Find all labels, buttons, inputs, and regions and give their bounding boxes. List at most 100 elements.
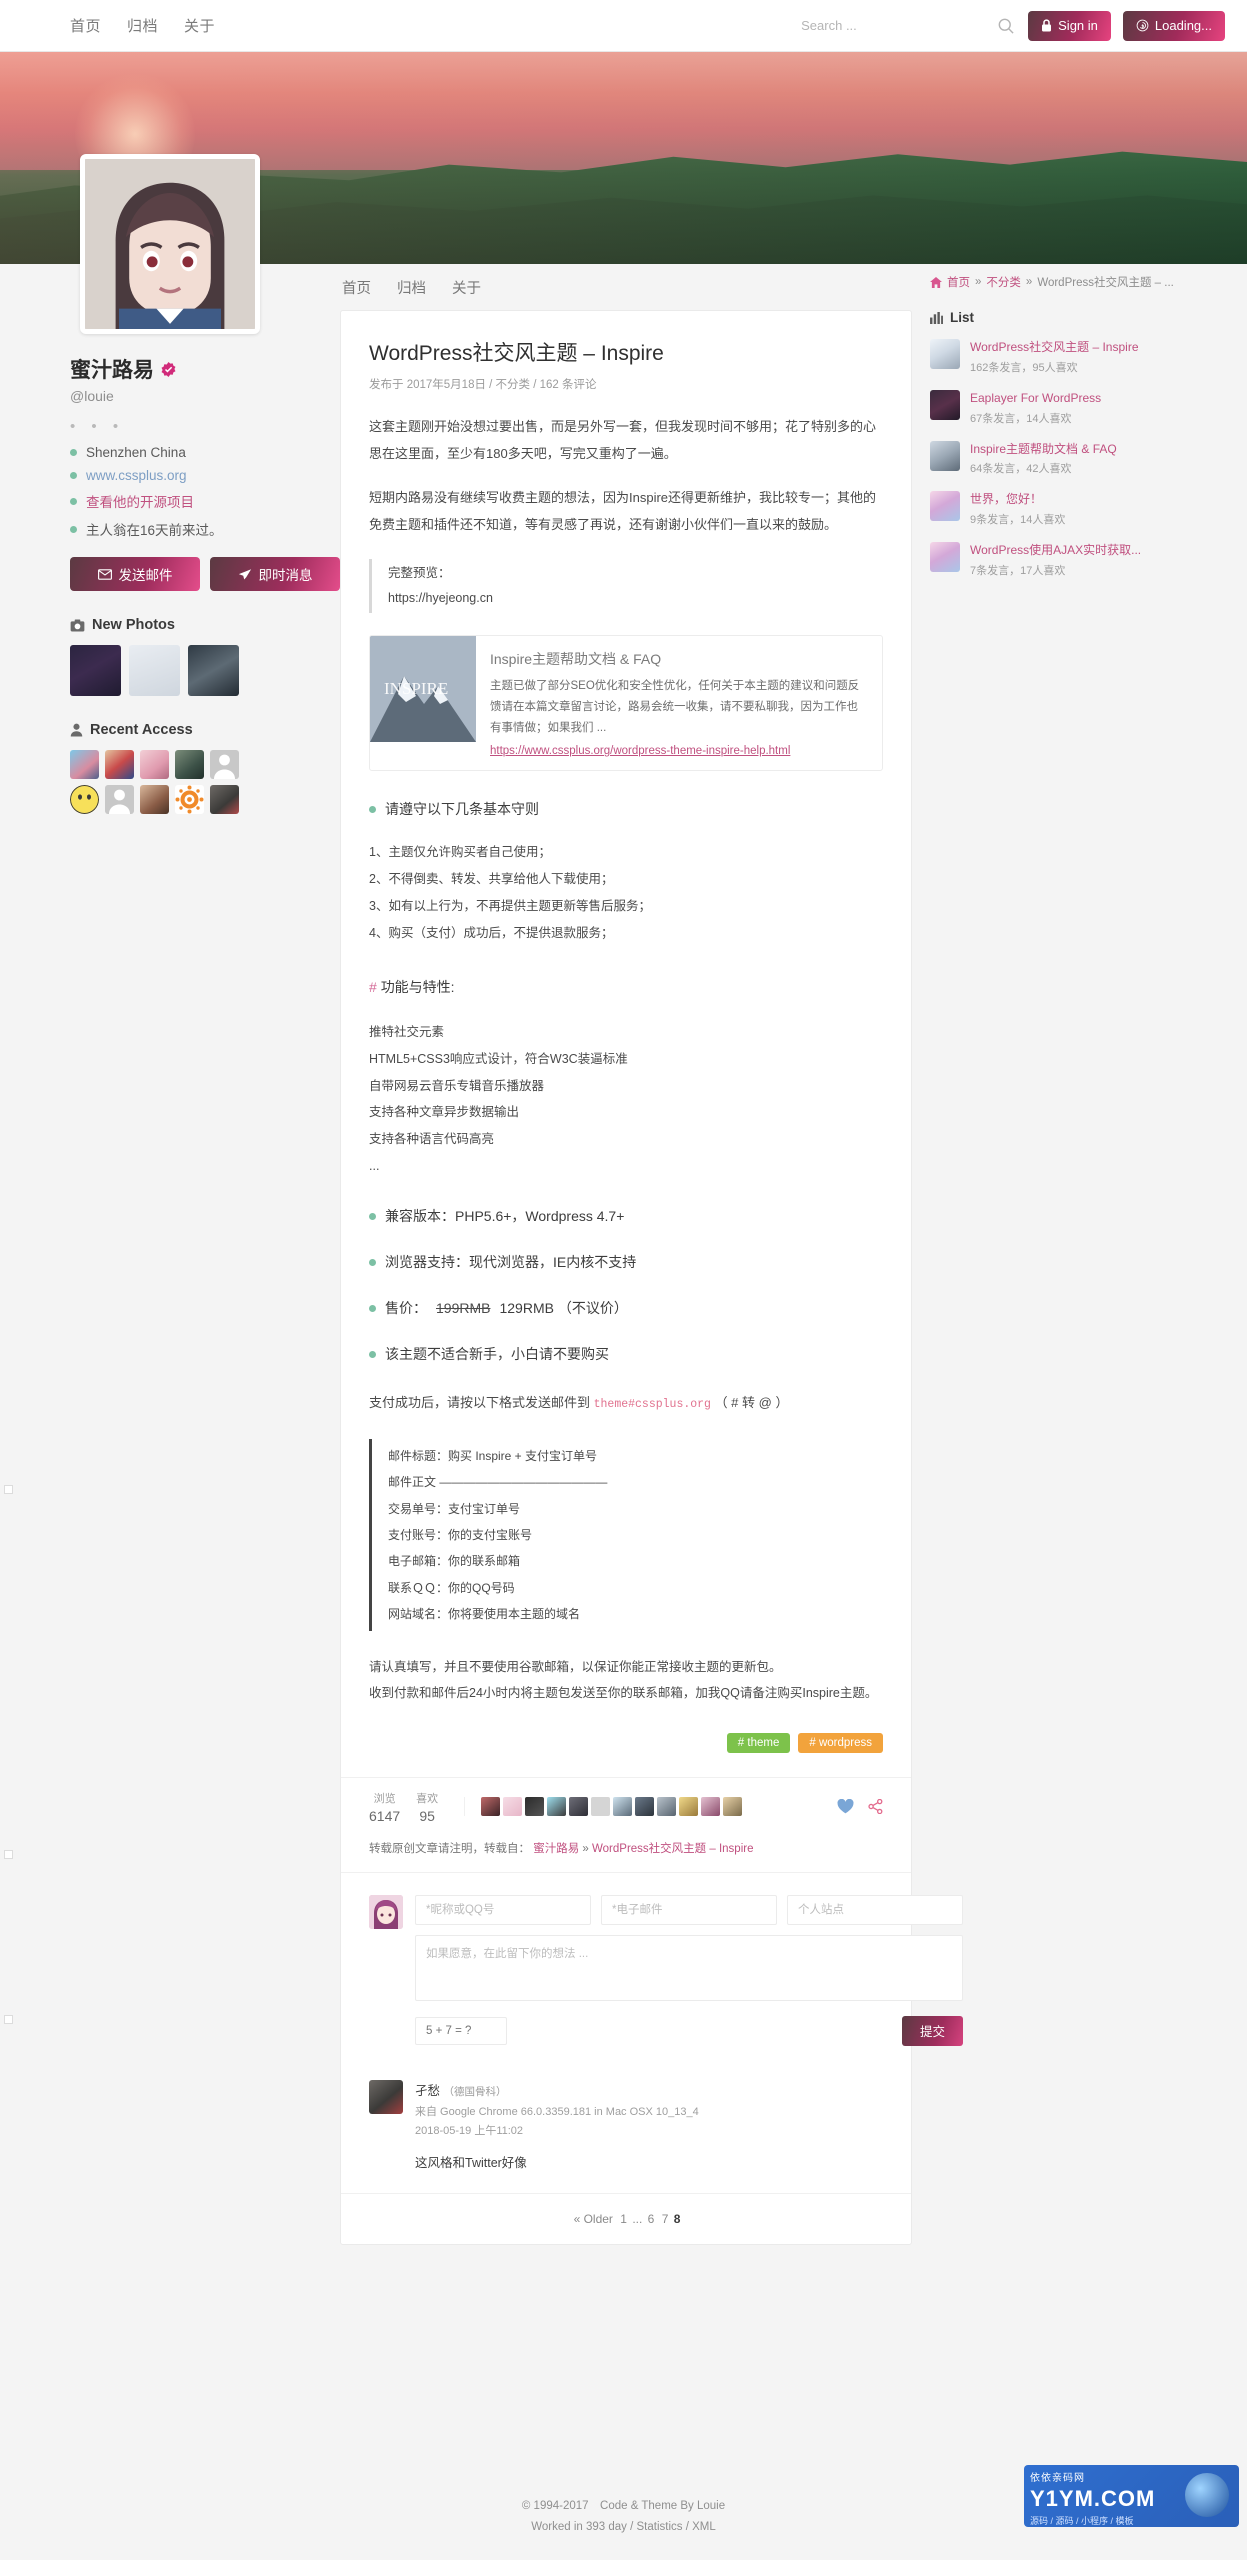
camera-icon xyxy=(70,619,85,631)
nav-archive[interactable]: 归档 xyxy=(127,15,158,36)
breadcrumb-sep-1: » xyxy=(975,276,982,288)
liker-avatar[interactable] xyxy=(503,1797,523,1817)
repost-author-link[interactable]: 蜜汁路易 xyxy=(533,1843,579,1855)
visitor-avatar-placeholder[interactable] xyxy=(210,750,239,779)
embed-url-link[interactable]: https://www.cssplus.org/wordpress-theme-… xyxy=(490,745,868,757)
tag-theme[interactable]: # theme xyxy=(726,1732,791,1753)
liker-avatar[interactable] xyxy=(569,1797,589,1817)
photo-thumbnail[interactable] xyxy=(70,645,121,696)
spec-price-row: 售价： 199RMB 129RMB （不议价） xyxy=(369,1298,883,1318)
top-navigation-bar: 首页 归档 关于 Sign in xyxy=(0,0,1247,52)
liker-avatar[interactable] xyxy=(701,1797,721,1817)
search-icon[interactable] xyxy=(996,16,1016,36)
comment-email-input[interactable] xyxy=(601,1894,777,1925)
list-widget-title: List xyxy=(950,310,975,325)
visitor-avatar-placeholder[interactable] xyxy=(105,785,134,814)
comment-captcha-input[interactable] xyxy=(415,2016,507,2045)
subnav-about[interactable]: 关于 xyxy=(452,277,481,298)
pager-page-1[interactable]: 1 xyxy=(620,2212,627,2226)
bullet-dot-icon xyxy=(70,449,77,456)
bullet-dot-icon xyxy=(369,1304,376,1312)
breadcrumb: 首页 » 不分类 » WordPress社交风主题 – ... xyxy=(930,274,1174,290)
sidebar-item-link[interactable]: 世界，您好！ xyxy=(970,491,1065,508)
nav-about[interactable]: 关于 xyxy=(184,15,215,36)
visitor-avatar[interactable] xyxy=(175,750,204,779)
embedded-link-card[interactable]: INSPIRE Inspire主题帮助文档 & FAQ 主题已做了部分SEO优化… xyxy=(369,634,883,772)
sidebar-item-body: Eaplayer For WordPress 67条发言，14人喜欢 xyxy=(970,390,1101,426)
comment-site-input[interactable] xyxy=(787,1894,963,1925)
likes-stat: 喜欢 95 xyxy=(416,1790,438,1824)
comment-form: 提交 xyxy=(341,1873,963,2066)
comment-date: 2018-05-19 上午11:02 xyxy=(415,2124,524,2137)
pager-page-7[interactable]: 7 xyxy=(662,2212,669,2226)
liker-avatar[interactable] xyxy=(657,1797,677,1817)
profile-avatar[interactable] xyxy=(80,154,260,334)
visitor-avatar[interactable] xyxy=(140,750,169,779)
instant-message-button[interactable]: 即时消息 xyxy=(210,557,340,591)
tag-wordpress[interactable]: # wordpress xyxy=(798,1732,883,1753)
liker-avatar[interactable] xyxy=(635,1797,655,1817)
profile-projects-link[interactable]: 查看他的开源项目 xyxy=(86,491,194,511)
comment-avatar xyxy=(369,2079,403,2114)
visitor-avatar[interactable] xyxy=(175,785,204,814)
send-mail-button[interactable]: 发送邮件 xyxy=(70,557,200,591)
visitor-avatar[interactable] xyxy=(105,750,134,779)
comment-name-input[interactable] xyxy=(415,1894,591,1925)
comment-author-row: 孑愁 （德国骨科） xyxy=(415,2080,699,2099)
liker-avatar[interactable] xyxy=(679,1797,699,1817)
liker-avatar[interactable] xyxy=(723,1797,743,1817)
repost-notice: 转载原创文章请注明，转载自： 蜜汁路易 » WordPress社交风主题 – I… xyxy=(341,1834,911,1873)
liker-avatar[interactable] xyxy=(613,1797,633,1817)
sidebar-item-sub: 64条发言，42人喜欢 xyxy=(970,463,1072,476)
liker-avatar[interactable] xyxy=(481,1797,501,1817)
pager-older[interactable]: « Older xyxy=(574,2212,613,2226)
footer-statistics-link[interactable]: Statistics xyxy=(637,2521,683,2533)
repost-title-link[interactable]: WordPress社交风主题 – Inspire xyxy=(592,1843,753,1855)
liker-avatar[interactable] xyxy=(525,1797,545,1817)
side-marker xyxy=(4,1485,13,1494)
watermark-badge: 依依亲码网 Y1YM.COM 源码 / 源码 / 小程序 / 模板 xyxy=(1024,2465,1239,2527)
sidebar-item-link[interactable]: WordPress社交风主题 – Inspire xyxy=(970,339,1139,356)
instant-message-label: 即时消息 xyxy=(258,568,313,583)
subnav-archive[interactable]: 归档 xyxy=(397,277,426,298)
breadcrumb-category[interactable]: 不分类 xyxy=(986,274,1021,290)
sidebar-item-thumbnail xyxy=(930,440,960,471)
sidebar-item-link[interactable]: Inspire主题帮助文档 & FAQ xyxy=(970,441,1117,458)
visitor-avatar[interactable] xyxy=(70,750,99,779)
sidebar-list-item[interactable]: Inspire主题帮助文档 & FAQ 64条发言，42人喜欢 xyxy=(930,440,1178,477)
sidebar-list-item[interactable]: 世界，您好！ 9条发言，14人喜欢 xyxy=(930,491,1178,527)
sidebar-list-item[interactable]: Eaplayer For WordPress 67条发言，14人喜欢 xyxy=(930,389,1178,426)
sidebar-list-item[interactable]: WordPress社交风主题 – Inspire 162条发言，95人喜欢 xyxy=(930,339,1178,375)
visitor-avatar[interactable] xyxy=(140,785,169,814)
article-actions xyxy=(837,1799,883,1815)
loading-button[interactable]: Loading... xyxy=(1122,10,1225,41)
sidebar-list-item[interactable]: WordPress使用AJAX实时获取... 7条发言，17人喜欢 xyxy=(930,542,1178,578)
profile-meta-website[interactable]: www.cssplus.org xyxy=(70,468,340,483)
rules-heading: 请遵守以下几条基本守则 xyxy=(385,801,539,818)
visitor-avatar[interactable] xyxy=(70,785,99,814)
bullet-dot-icon xyxy=(369,805,376,813)
footer-xml-link[interactable]: XML xyxy=(692,2521,716,2533)
profile-website-link[interactable]: www.cssplus.org xyxy=(86,468,187,483)
liker-avatar[interactable] xyxy=(591,1797,611,1817)
photo-thumbnail[interactable] xyxy=(188,645,239,696)
heart-icon[interactable] xyxy=(837,1799,854,1814)
share-icon[interactable] xyxy=(868,1799,883,1815)
breadcrumb-sep-2: » xyxy=(1025,276,1033,288)
sidebar-item-link[interactable]: WordPress使用AJAX实时获取... xyxy=(970,542,1141,559)
breadcrumb-home[interactable]: 首页 xyxy=(947,274,970,290)
profile-meta-projects[interactable]: 查看他的开源项目 xyxy=(70,491,340,511)
search-input[interactable] xyxy=(801,18,997,33)
liker-avatar[interactable] xyxy=(547,1797,567,1817)
search-box[interactable] xyxy=(801,16,1016,36)
subnav-home[interactable]: 首页 xyxy=(342,277,371,298)
sign-in-button[interactable]: Sign in xyxy=(1028,10,1111,41)
pager-page-6[interactable]: 6 xyxy=(648,2212,655,2226)
visitor-avatar[interactable] xyxy=(210,785,239,814)
comment-body-textarea[interactable] xyxy=(415,1934,963,2001)
submit-comment-button[interactable]: 提交 xyxy=(901,2015,963,2046)
sidebar-item-link[interactable]: Eaplayer For WordPress xyxy=(970,390,1101,407)
photo-thumbnail[interactable] xyxy=(129,645,180,696)
nav-home[interactable]: 首页 xyxy=(70,15,101,36)
preview-url: https://hyejeong.cn xyxy=(388,590,493,605)
